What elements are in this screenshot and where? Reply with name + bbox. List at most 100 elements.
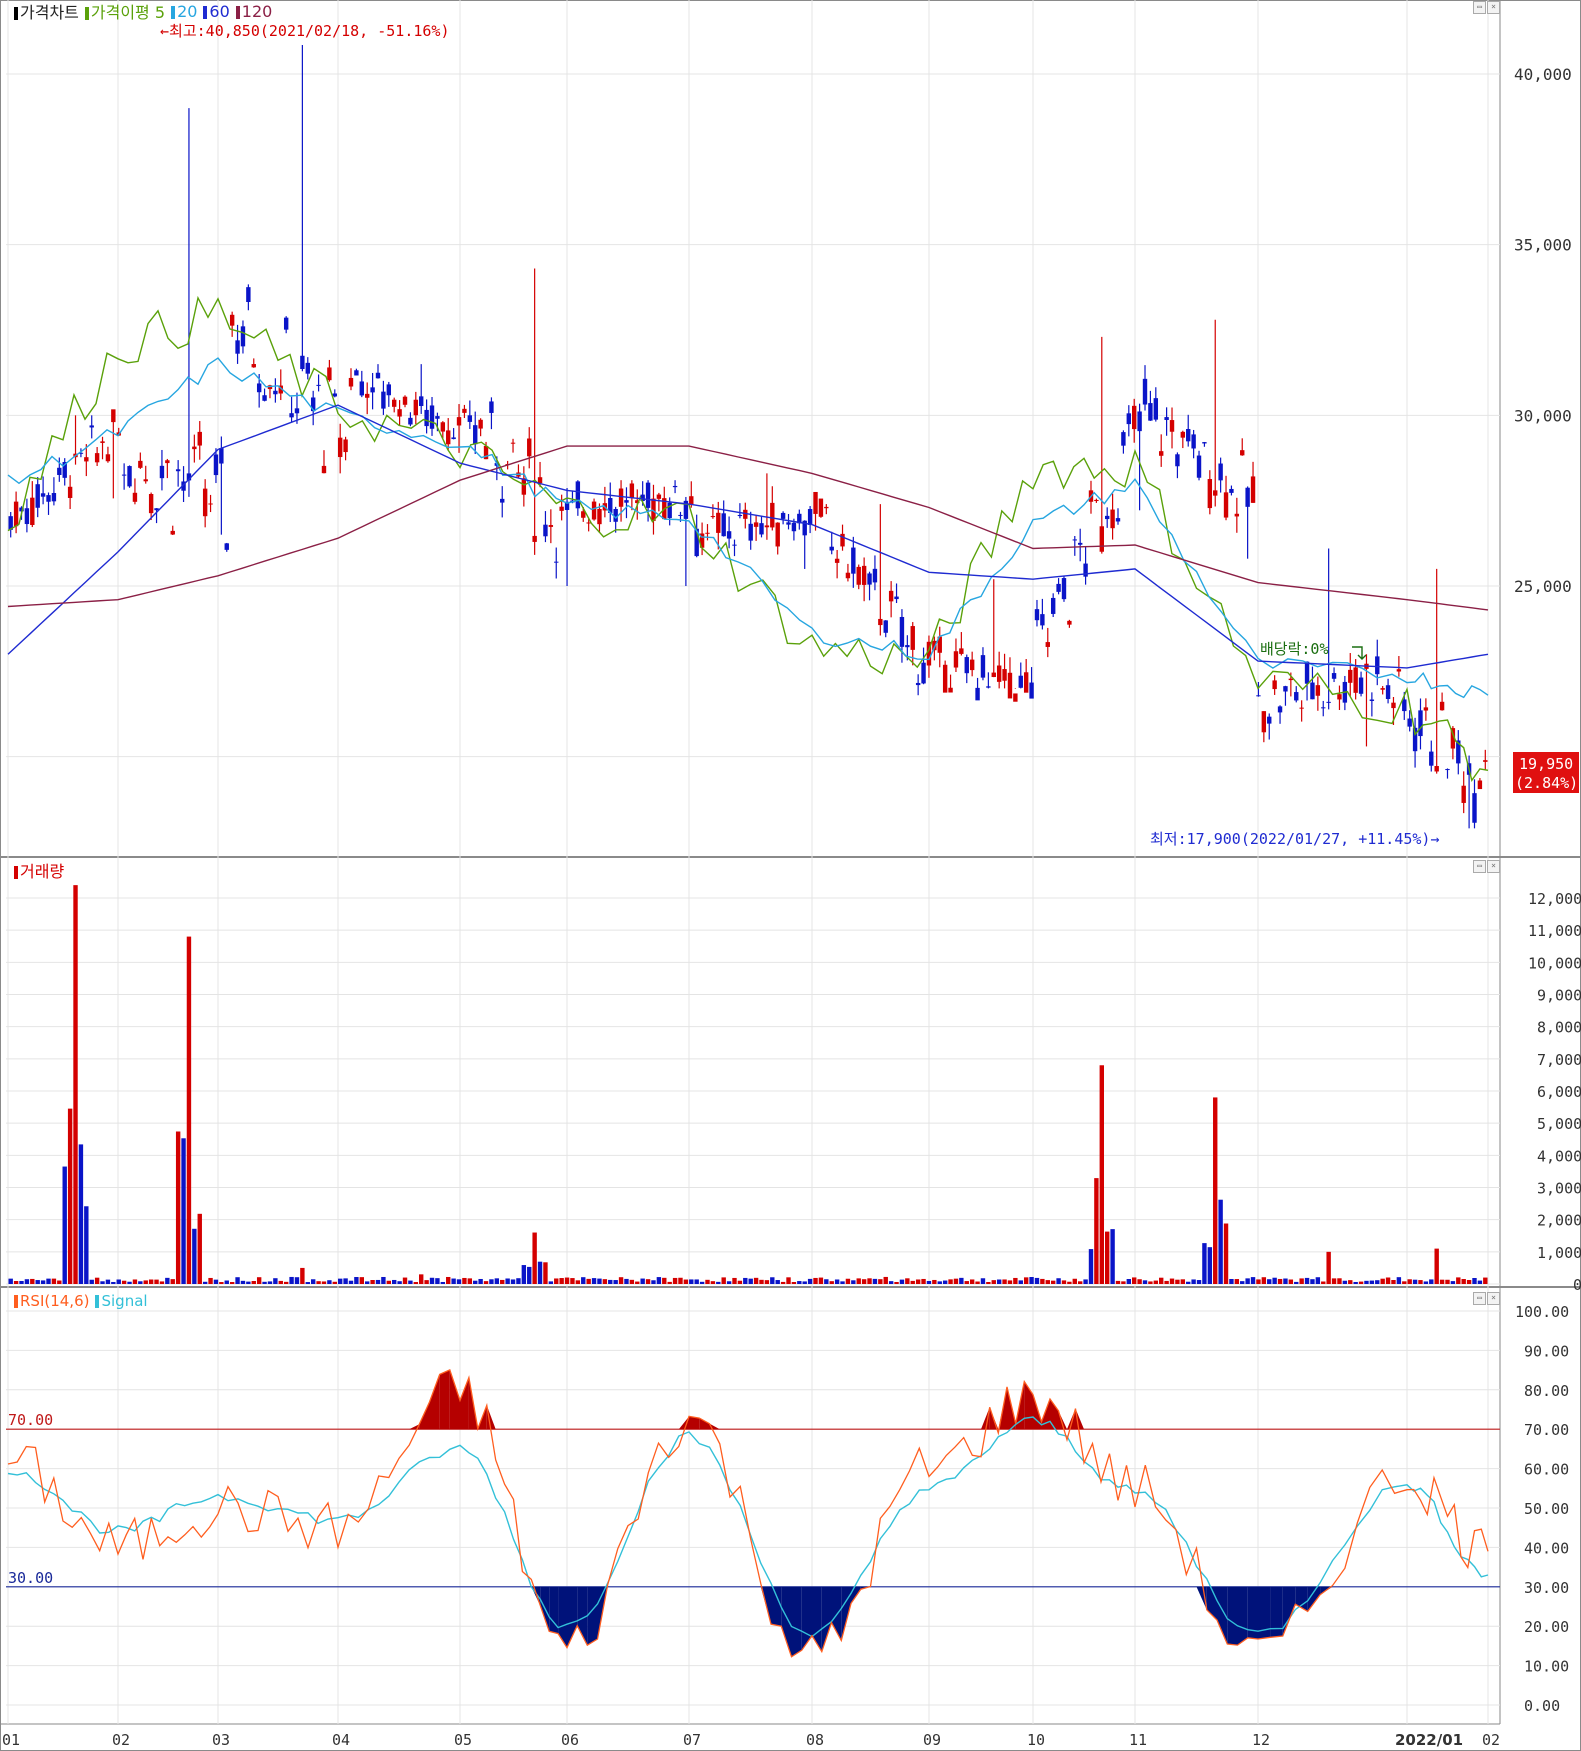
candle-body [354, 370, 359, 376]
candle-body [824, 506, 829, 509]
candle-body [262, 395, 267, 401]
candle [1159, 434, 1164, 467]
volume-bar [19, 1280, 24, 1284]
volume-bar [332, 1281, 337, 1284]
candle [1272, 675, 1277, 695]
candle-body [440, 422, 446, 432]
volume-bar [1267, 1279, 1272, 1284]
candle-body [948, 687, 953, 693]
volume-bar [1213, 1097, 1218, 1284]
candle-body [1202, 442, 1207, 444]
candle-body [467, 415, 473, 422]
volume-bar [1067, 1281, 1072, 1284]
candle [613, 506, 618, 533]
volume-bar [878, 1279, 883, 1284]
volume-bar [267, 1281, 273, 1284]
volume-bar [143, 1280, 148, 1284]
volume-bar [1369, 1280, 1375, 1284]
candle [1456, 730, 1461, 775]
candle [786, 514, 791, 530]
candle [1056, 578, 1061, 595]
volume-bar [570, 1278, 575, 1284]
candle-body [991, 672, 996, 678]
candle [1423, 698, 1429, 721]
candle-body [1029, 682, 1034, 699]
volume-bar [840, 1281, 845, 1284]
volume-pane-minimize-icon[interactable]: ▭ [1473, 860, 1486, 873]
price-y-tick-label: 25,000 [1514, 577, 1572, 596]
candle [624, 487, 629, 519]
rsi-legend-label: RSI(14,6) [20, 1292, 90, 1310]
price-pane-close-icon[interactable]: × [1487, 1, 1500, 14]
volume-bar [710, 1281, 716, 1284]
candle-body [1067, 620, 1072, 625]
candle-body [300, 355, 305, 370]
candle [175, 460, 181, 487]
volume-bar [419, 1274, 424, 1284]
candle-body [1007, 672, 1013, 699]
candle [1175, 452, 1180, 479]
candle-body [996, 665, 1002, 682]
candle [170, 525, 175, 536]
candle-body [818, 498, 824, 517]
rsi-oversold-fill [791, 1586, 802, 1657]
candle [575, 480, 581, 516]
volume-bar [1315, 1277, 1321, 1284]
rsi-oversold-fill [781, 1586, 792, 1657]
volume-bar [78, 1144, 84, 1284]
candle [516, 464, 521, 479]
candle [915, 674, 921, 696]
candle [240, 320, 246, 354]
candle [883, 620, 888, 638]
volume-bar [435, 1278, 440, 1284]
volume-bar [116, 1279, 121, 1284]
candle-body [57, 467, 62, 475]
x-tick-label: 2022/01 [1395, 1731, 1463, 1749]
candle-body [856, 566, 861, 585]
x-tick-label: 12 [1252, 1731, 1270, 1749]
candle-body [392, 399, 397, 407]
rsi-y-tick-label: 40.00 [1524, 1539, 1569, 1557]
volume-bar [1029, 1276, 1034, 1284]
candle-body [1348, 669, 1353, 683]
candle [127, 465, 132, 488]
volume-bar [1326, 1251, 1331, 1284]
volume-bar [473, 1280, 478, 1284]
candle-body [764, 525, 770, 528]
candle [1104, 507, 1110, 528]
candle-body [127, 466, 132, 487]
candle-body [618, 488, 624, 507]
price-pane-minimize-icon[interactable]: ▭ [1473, 1, 1486, 14]
candle-body [1121, 432, 1126, 446]
candle [797, 509, 802, 530]
volume-bar [273, 1278, 278, 1284]
candle [1234, 497, 1240, 533]
candle [197, 421, 202, 460]
volume-bar [402, 1277, 408, 1284]
candle [527, 427, 532, 469]
candle [94, 447, 100, 466]
candle-body [343, 439, 348, 453]
candle-body [408, 417, 413, 425]
volume-bar [905, 1278, 910, 1284]
rsi-y-tick-label: 30.00 [1524, 1579, 1569, 1597]
price-legend: 가격차트 가격이평 5 20 60 120 [14, 0, 272, 22]
candle-body [419, 396, 424, 407]
volume-pane-close-icon[interactable]: × [1487, 860, 1500, 873]
candle [62, 458, 67, 486]
candle [1202, 441, 1207, 447]
volume-bar [1137, 1279, 1142, 1284]
x-tick-label: 04 [332, 1731, 350, 1749]
rsi-pane-close-icon[interactable]: × [1487, 1292, 1500, 1305]
price-y-tick-label: 35,000 [1514, 236, 1572, 255]
low-price-annotation: 최저:17,900(2022/01/27, +11.45%)→ [1150, 830, 1440, 848]
volume-bar [154, 1279, 159, 1284]
volume-bar [786, 1277, 791, 1284]
candle [327, 359, 332, 382]
candle-body [942, 664, 948, 693]
candle [1094, 498, 1099, 503]
rsi-pane-minimize-icon[interactable]: ▭ [1473, 1292, 1486, 1305]
volume-bar [581, 1277, 586, 1284]
candle-body [1034, 609, 1040, 621]
candle-body [283, 317, 289, 330]
